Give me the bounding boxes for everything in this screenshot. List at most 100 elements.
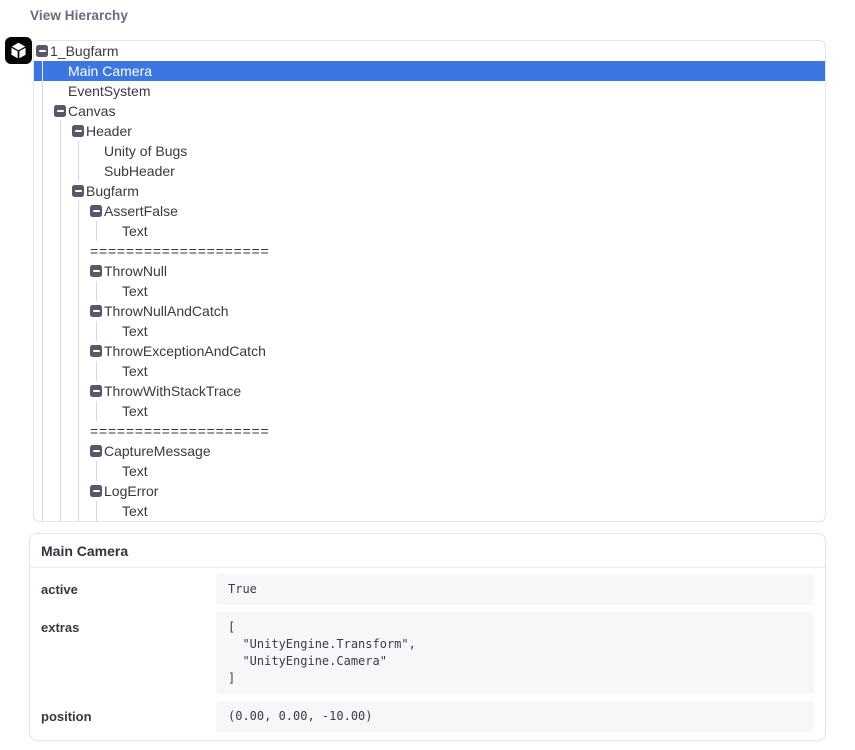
indent-guide: [60, 261, 61, 281]
indent-guide: [60, 341, 61, 361]
collapse-toggle[interactable]: [90, 385, 102, 397]
tree-row[interactable]: LogError: [34, 481, 825, 501]
indent-guide: [60, 281, 61, 301]
tree-row[interactable]: Main Camera: [34, 61, 825, 81]
tree-node-label: EventSystem: [68, 81, 150, 101]
indent-guide: [60, 221, 61, 241]
tree-row[interactable]: SubHeader: [34, 161, 825, 181]
tree-row[interactable]: ThrowExceptionAndCatch: [34, 341, 825, 361]
tree-row[interactable]: ThrowWithStackTrace: [34, 381, 825, 401]
tree-row[interactable]: ThrowNull: [34, 261, 825, 281]
indent-guide: [42, 101, 43, 121]
indent-guide: [78, 501, 79, 521]
tree-row[interactable]: Text: [34, 321, 825, 341]
indent-guide: [42, 281, 43, 301]
tree-row[interactable]: Canvas: [34, 101, 825, 121]
tree-row[interactable]: Text: [34, 501, 825, 521]
leaf-spacer: [54, 91, 68, 92]
indent-guide: [78, 321, 79, 341]
tree-node-label: Text: [122, 501, 148, 521]
property-row: position(0.00, 0.00, -10.00): [41, 701, 814, 732]
property-value: (0.00, 0.00, -10.00): [216, 701, 814, 732]
collapse-toggle[interactable]: [72, 185, 84, 197]
tree-row[interactable]: AssertFalse: [34, 201, 825, 221]
indent-guide: [42, 141, 43, 161]
property-row: extras[ "UnityEngine.Transform", "UnityE…: [41, 612, 814, 694]
indent-guide: [60, 241, 61, 261]
indent-guide: [60, 501, 61, 521]
collapse-toggle[interactable]: [90, 205, 102, 217]
hierarchy-tree-panel: 1_BugfarmMain CameraEventSystemCanvasHea…: [33, 40, 826, 522]
indent-guide: [96, 461, 97, 481]
indent-guide: [42, 461, 43, 481]
indent-guide: [60, 421, 61, 441]
indent-spacer: [34, 71, 54, 72]
indent-guide: [42, 501, 43, 521]
tree-node-label: ThrowNullAndCatch: [104, 301, 229, 321]
indent-guide: [78, 161, 79, 181]
tree-row[interactable]: Text: [34, 401, 825, 421]
collapse-toggle[interactable]: [90, 345, 102, 357]
collapse-toggle[interactable]: [72, 125, 84, 137]
indent-guide: [78, 201, 79, 221]
tree-node-label: ====================: [90, 421, 270, 441]
leaf-spacer: [108, 231, 122, 232]
minus-icon: [93, 390, 100, 392]
collapse-toggle[interactable]: [54, 105, 66, 117]
tree-row[interactable]: ThrowNullAndCatch: [34, 301, 825, 321]
property-name: extras: [41, 612, 216, 636]
tree-node-label: SubHeader: [104, 161, 175, 181]
details-card: Main Camera activeTrueextras[ "UnityEngi…: [29, 533, 826, 741]
indent-guide: [42, 241, 43, 261]
tree-node-label: Text: [122, 221, 148, 241]
tree-separator-row[interactable]: ====================: [34, 241, 825, 261]
collapse-toggle[interactable]: [90, 445, 102, 457]
indent-guide: [78, 401, 79, 421]
indent-guide: [60, 321, 61, 341]
indent-guide: [42, 361, 43, 381]
indent-guide: [96, 501, 97, 521]
indent-guide: [60, 381, 61, 401]
leaf-spacer: [108, 471, 122, 472]
indent-guide: [78, 361, 79, 381]
tree-row[interactable]: Text: [34, 361, 825, 381]
minus-icon: [93, 350, 100, 352]
minus-icon: [93, 490, 100, 492]
tree-row[interactable]: EventSystem: [34, 81, 825, 101]
indent-guide: [60, 301, 61, 321]
collapse-toggle[interactable]: [36, 45, 48, 57]
selected-node-title: Main Camera: [30, 534, 825, 568]
indent-guide: [78, 421, 79, 441]
tree-row[interactable]: Text: [34, 221, 825, 241]
tree-node-label: CaptureMessage: [104, 441, 211, 461]
tree-row[interactable]: Unity of Bugs: [34, 141, 825, 161]
collapse-toggle[interactable]: [90, 265, 102, 277]
property-value: [ "UnityEngine.Transform", "UnityEngine.…: [216, 612, 814, 694]
tree-node-label: Canvas: [68, 101, 115, 121]
tree-row[interactable]: Bugfarm: [34, 181, 825, 201]
minus-icon: [39, 50, 46, 52]
collapse-toggle[interactable]: [90, 485, 102, 497]
indent-guide: [78, 461, 79, 481]
indent-guide: [96, 321, 97, 341]
indent-guide: [42, 441, 43, 461]
tree-separator-row[interactable]: ====================: [34, 421, 825, 441]
tree-node-label: Header: [86, 121, 132, 141]
indent-guide: [42, 221, 43, 241]
tree-row[interactable]: Text: [34, 281, 825, 301]
minus-icon: [75, 130, 82, 132]
indent-guide: [60, 481, 61, 501]
collapse-toggle[interactable]: [90, 305, 102, 317]
indent-guide: [42, 61, 43, 81]
tree-row[interactable]: CaptureMessage: [34, 441, 825, 461]
hierarchy-tree: 1_BugfarmMain CameraEventSystemCanvasHea…: [34, 41, 825, 521]
tree-row[interactable]: Header: [34, 121, 825, 141]
indent-guide: [42, 381, 43, 401]
tree-node-label: Text: [122, 361, 148, 381]
leaf-spacer: [108, 291, 122, 292]
tree-row[interactable]: Text: [34, 461, 825, 481]
tree-node-label: Text: [122, 461, 148, 481]
indent-guide: [60, 441, 61, 461]
tree-row[interactable]: 1_Bugfarm: [34, 41, 825, 61]
minus-icon: [93, 450, 100, 452]
